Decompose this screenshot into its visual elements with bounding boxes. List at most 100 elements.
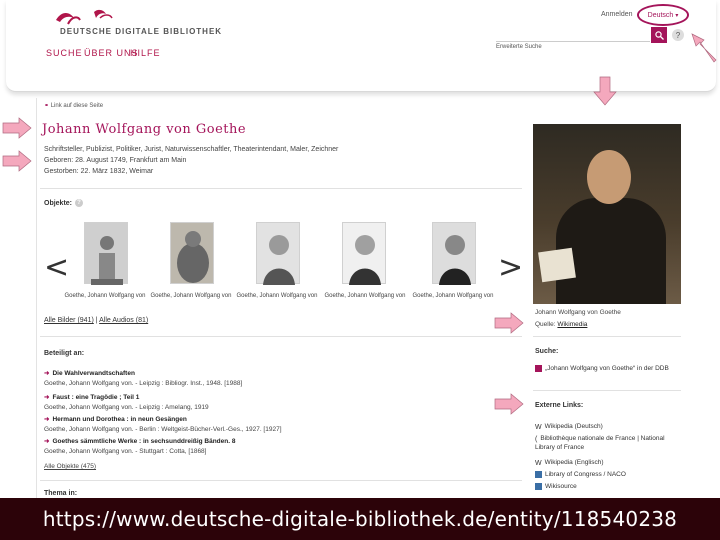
login-link[interactable]: Anmelden [601,11,633,18]
object-thumbnail[interactable] [84,222,128,285]
external-link[interactable]: Wikisource [535,482,577,491]
work-title-link[interactable]: ➜ Hermann und Dorothea : in neun Gesängen [44,415,187,423]
language-select[interactable]: Deutsch ▾ [637,4,689,26]
advanced-search-link[interactable]: Erweiterte Suche [496,44,542,50]
sidebar-search-heading: Suche: [535,348,559,355]
bnf-icon: ( [535,435,538,443]
object-caption: Goethe, Johann Wolfgang von [324,293,406,299]
external-link-label: Wikipedia (Deutsch) [544,423,603,430]
objects-heading-label: Objekte: [44,199,73,207]
portrait-icon [439,235,471,285]
wikipedia-icon: W [535,459,542,467]
permalink[interactable]: ⚭ Link auf diese Seite [44,102,103,109]
work-detail: Goethe, Johann Wolfgang von. - Leipzig :… [44,380,243,387]
portrait-paper [538,247,576,283]
help-button[interactable]: ? [672,29,684,41]
work-title: Die Wahlverwandtschaften [52,370,135,377]
carousel-prev-button[interactable]: < [44,250,69,285]
portrait-face [587,150,631,204]
loc-icon [535,470,542,478]
search-icon [654,30,664,40]
all-media-links: Alle Bilder (941) | Alle Audios (81) [44,317,148,324]
portrait-icon [349,235,381,285]
work-title-link[interactable]: ➜ Faust : eine Tragödie ; Teil 1 [44,393,139,401]
separator: | [95,317,98,324]
search-input[interactable] [496,28,650,42]
all-objects-link[interactable]: Alle Objekte (475) [44,463,96,470]
arrow-right-icon: ➜ [44,416,50,423]
annotation-arrow-icon [691,33,717,63]
portrait-icon [263,235,295,285]
involved-heading: Beteiligt an: [44,350,85,357]
annotation-arrow-icon [2,117,32,139]
object-thumbnail[interactable] [256,222,300,285]
wikisource-icon [535,482,542,490]
nav-search[interactable]: SUCHE [46,48,83,58]
work-title: Faust : eine Tragödie ; Teil 1 [52,394,140,401]
object-caption: Goethe, Johann Wolfgang von [150,293,232,299]
portrait-coat [556,198,666,304]
entity-url: https://www.deutsche-digitale-bibliothek… [42,507,678,531]
divider [40,188,522,189]
work-detail: Goethe, Johann Wolfgang von. - Stuttgart… [44,448,207,455]
divider [533,390,681,391]
all-audios-link[interactable]: Alle Audios (81) [99,317,148,324]
divider [40,336,522,337]
work-title-link[interactable]: ➜ Goethes sämmtliche Werke : in sechsundd… [44,437,235,445]
external-link-label: Library of Congress / NACO [545,471,626,478]
portrait-caption: Johann Wolfgang von Goethe [535,309,621,316]
topic-heading: Thema in: [44,490,78,497]
language-value: Deutsch [647,11,674,19]
portrait-source: Quelle: Wikimedia [535,321,587,328]
chevron-down-icon: ▾ [675,12,679,19]
divider [40,480,522,481]
external-link[interactable]: W Wikipedia (Deutsch) [535,422,603,431]
external-links-heading: Externe Links: [535,402,584,409]
arrow-right-icon: ➜ [44,370,50,377]
object-caption: Goethe, Johann Wolfgang von [236,293,318,299]
ddb-logo-icon[interactable] [54,6,118,28]
work-title: Goethes sämmtliche Werke : in sechsunddr… [52,438,236,445]
all-images-link[interactable]: Alle Bilder (941) [44,317,94,324]
divider [533,336,681,337]
entity-professions: Schriftsteller, Publizist, Politiker, Ju… [44,146,339,153]
search-icon [535,364,542,372]
object-thumbnail[interactable] [342,222,386,285]
work-detail: Goethe, Johann Wolfgang von. - Leipzig :… [44,404,209,411]
permalink-label: Link auf diese Seite [50,103,104,109]
work-title: Hermann und Dorothea : in neun Gesängen [52,416,187,423]
ddb-search-label: „Johann Wolfgang von Goethe“ in der DDB [545,365,669,372]
link-icon: ⚭ [44,103,50,109]
external-link-label: Wikipedia (Englisch) [544,459,604,466]
info-icon[interactable]: ? [75,199,84,207]
work-detail: Goethe, Johann Wolfgang von. - Berlin : … [44,426,282,433]
external-link-label: Bibliothèque nationale de France | Natio… [535,435,665,451]
external-link[interactable]: (Bibliothèque nationale de France | Nati… [535,434,681,452]
source-link[interactable]: Wikimedia [557,321,587,328]
carousel-next-button[interactable]: > [498,250,523,285]
external-link[interactable]: Library of Congress / NACO [535,470,626,479]
object-caption: Goethe, Johann Wolfgang von [64,293,146,299]
arrow-right-icon: ➜ [44,394,50,401]
logo-text: DEUTSCHE DIGITALE BIBLIOTHEK [60,27,223,36]
external-link-label: Wikisource [545,483,577,490]
ddb-search-link[interactable]: „Johann Wolfgang von Goethe“ in der DDB [535,364,683,373]
arrow-right-icon: ➜ [44,438,50,445]
objects-heading: Objekte:? [44,199,84,207]
object-caption: Goethe, Johann Wolfgang von [412,293,494,299]
statue-icon [177,231,209,283]
object-thumbnail[interactable] [432,222,476,285]
source-label: Quelle: [535,321,556,328]
url-caption-bar: https://www.deutsche-digitale-bibliothek… [0,498,720,540]
statue-icon [91,236,123,285]
external-link[interactable]: W Wikipedia (Englisch) [535,458,604,467]
nav-help[interactable]: HILFE [130,48,161,58]
work-title-link[interactable]: ➜ Die Wahlverwandtschaften [44,369,135,377]
object-thumbnail[interactable] [170,222,214,284]
entity-born: Geboren: 28. August 1749, Frankfurt am M… [44,157,187,164]
annotation-arrow-icon [2,150,32,172]
search-button[interactable] [651,27,667,43]
page-title: Johann Wolfgang von Goethe [42,122,247,137]
entity-died: Gestorben: 22. März 1832, Weimar [44,168,154,175]
wikipedia-icon: W [535,423,542,431]
